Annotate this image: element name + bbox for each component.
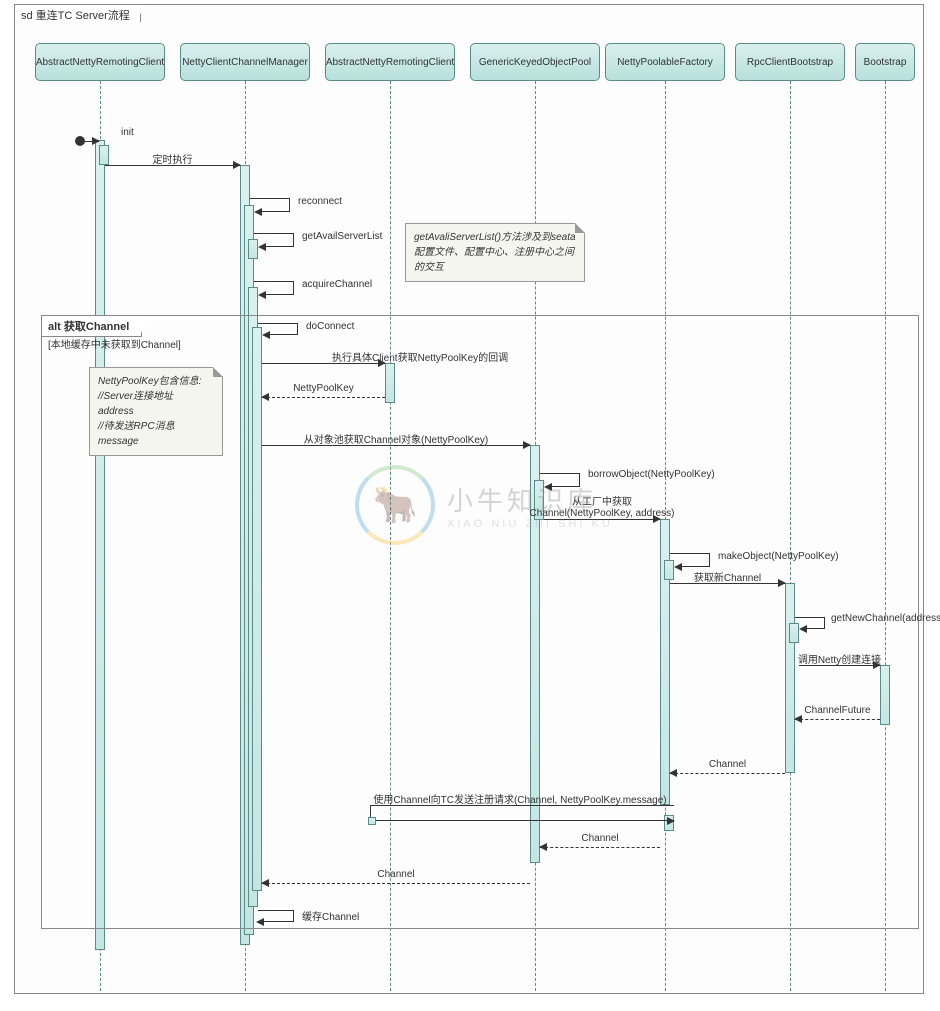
msg-register: 使用Channel向TC发送注册请求(Channel, NettyPoolKey… [370, 805, 674, 821]
participant-0: AbstractNettyRemotingClient [35, 43, 165, 81]
msg-init: init [85, 141, 99, 161]
msg-acquire: acquireChannel [254, 281, 294, 295]
msg-callnetty: 调用Netty创建连接 [799, 665, 880, 685]
activation-0b [99, 145, 109, 165]
msg-fromfactory: 从工厂中获取Channel(NettyPoolKey, address) [544, 519, 660, 539]
participant-6: Bootstrap [855, 43, 915, 81]
msg-getnewchannel: getNewChannel(address) [795, 617, 825, 629]
participant-1: NettyClientChannelManager [180, 43, 310, 81]
diagram-canvas: sd 重连TC Server流程 AbstractNettyRemotingCl… [0, 0, 940, 1011]
msg-doconnect: doConnect [258, 323, 298, 335]
msg-getnew-label: 获取新Channel [670, 583, 785, 603]
frame-title: sd 重连TC Server流程 [14, 4, 141, 22]
msg-frompool: 从对象池获取Channel对象(NettyPoolKey) [262, 445, 530, 465]
participant-4: NettyPoolableFactory [605, 43, 725, 81]
msg-channel-2: Channel [540, 847, 660, 867]
msg-channel-3: Channel [262, 883, 530, 903]
msg-getavail: getAvailServerList [254, 233, 294, 247]
msg-reconnect: reconnect [250, 198, 290, 212]
alt-label: alt 获取Channel [41, 315, 142, 337]
participant-2: AbstractNettyRemotingClient [325, 43, 455, 81]
note-getavail: getAvaliServerList()方法涉及到seata配置文件、配置中心、… [405, 223, 585, 282]
msg-channel-1: Channel [670, 773, 785, 793]
msg-callback: 执行具体Client获取NettyPoolKey的回调 [262, 363, 385, 383]
msg-timer: 定时执行 [105, 165, 240, 185]
found-start [75, 136, 85, 146]
msg-poolkey: NettyPoolKey [262, 397, 385, 417]
msg-channelfuture: ChannelFuture [795, 719, 880, 739]
participant-5: RpcClientBootstrap [735, 43, 845, 81]
frame-title-text: sd 重连TC Server流程 [21, 10, 130, 22]
note-poolkey: NettyPoolKey包含信息: //Server连接地址 address /… [89, 367, 223, 456]
msg-cache: 缓存Channel [258, 910, 294, 922]
sequence-frame: sd 重连TC Server流程 AbstractNettyRemotingCl… [14, 4, 924, 994]
alt-guard: [本地缓存中未获取到Channel] [48, 336, 181, 351]
msg-makeobject: makeObject(NettyPoolKey) [670, 553, 710, 567]
participant-3: GenericKeyedObjectPool [470, 43, 600, 81]
msg-borrow: borrowObject(NettyPoolKey) [540, 473, 580, 487]
